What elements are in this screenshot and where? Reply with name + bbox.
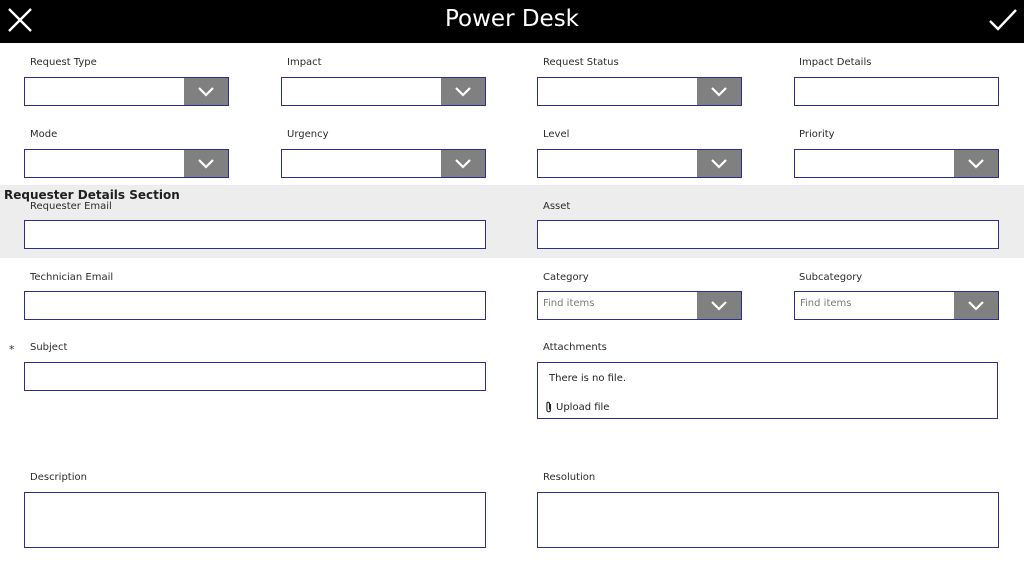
technician-email-label: Technician Email xyxy=(30,272,114,283)
mode-expand-button[interactable] xyxy=(184,150,228,177)
request-type-value[interactable] xyxy=(25,78,183,105)
category-combobox[interactable]: Find items xyxy=(537,291,742,320)
impact-details-input[interactable] xyxy=(794,77,999,106)
subcategory-combobox[interactable]: Find items xyxy=(794,291,999,320)
subcategory-label: Subcategory xyxy=(799,272,863,283)
impact-value[interactable] xyxy=(282,78,440,105)
priority-dropdown[interactable] xyxy=(794,149,999,178)
app-title: Power Desk xyxy=(444,6,579,32)
requester-email-input[interactable] xyxy=(24,220,486,249)
request-type-dropdown[interactable] xyxy=(24,77,229,106)
priority-expand-button[interactable] xyxy=(954,150,998,177)
mode-label: Mode xyxy=(30,129,58,140)
asset-label: Asset xyxy=(543,201,571,212)
request-status-value[interactable] xyxy=(538,78,696,105)
attachments-box[interactable]: There is no file. Upload file xyxy=(537,362,998,419)
request-status-expand-button[interactable] xyxy=(697,78,741,105)
mode-value[interactable] xyxy=(25,150,183,177)
category-label: Category xyxy=(543,272,589,283)
chevron-down-icon xyxy=(711,86,727,97)
urgency-expand-button[interactable] xyxy=(441,150,485,177)
request-status-dropdown[interactable] xyxy=(537,77,742,106)
checkmark-icon[interactable] xyxy=(988,6,1018,34)
priority-value[interactable] xyxy=(795,150,953,177)
required-marker: * xyxy=(9,343,15,356)
chevron-down-icon xyxy=(198,86,214,97)
description-textarea[interactable] xyxy=(24,492,486,548)
request-type-expand-button[interactable] xyxy=(184,78,228,105)
level-label: Level xyxy=(543,129,570,140)
category-expand-button[interactable] xyxy=(697,292,741,319)
mode-dropdown[interactable] xyxy=(24,149,229,178)
subcategory-expand-button[interactable] xyxy=(954,292,998,319)
subject-label: Subject xyxy=(30,342,68,353)
subcategory-placeholder[interactable]: Find items xyxy=(800,298,851,309)
requester-email-label: Requester Email xyxy=(30,201,112,212)
request-status-label: Request Status xyxy=(543,57,619,68)
chevron-down-icon xyxy=(711,158,727,169)
level-expand-button[interactable] xyxy=(697,150,741,177)
impact-details-label: Impact Details xyxy=(799,57,872,68)
paperclip-icon xyxy=(546,401,552,413)
app-header: Power Desk xyxy=(0,0,1024,43)
subject-input[interactable] xyxy=(24,362,486,391)
category-placeholder[interactable]: Find items xyxy=(543,298,594,309)
chevron-down-icon xyxy=(455,158,471,169)
asset-input[interactable] xyxy=(537,220,999,249)
description-label: Description xyxy=(30,472,87,483)
attachments-label: Attachments xyxy=(543,342,607,353)
resolution-label: Resolution xyxy=(543,472,596,483)
upload-file-label: Upload file xyxy=(556,401,610,413)
impact-dropdown[interactable] xyxy=(281,77,486,106)
section-title: Requester Details Section xyxy=(4,188,180,202)
level-value[interactable] xyxy=(538,150,696,177)
chevron-down-icon xyxy=(968,300,984,311)
technician-email-input[interactable] xyxy=(24,291,486,320)
priority-label: Priority xyxy=(799,129,835,140)
chevron-down-icon xyxy=(711,300,727,311)
resolution-textarea[interactable] xyxy=(537,492,999,548)
chevron-down-icon xyxy=(455,86,471,97)
urgency-value[interactable] xyxy=(282,150,440,177)
chevron-down-icon xyxy=(198,158,214,169)
impact-label: Impact xyxy=(287,57,322,68)
chevron-down-icon xyxy=(968,158,984,169)
urgency-label: Urgency xyxy=(287,129,329,140)
level-dropdown[interactable] xyxy=(537,149,742,178)
urgency-dropdown[interactable] xyxy=(281,149,486,178)
request-type-label: Request Type xyxy=(30,57,97,68)
upload-file-button[interactable]: Upload file xyxy=(545,401,609,413)
no-file-text: There is no file. xyxy=(549,373,627,384)
impact-expand-button[interactable] xyxy=(441,78,485,105)
